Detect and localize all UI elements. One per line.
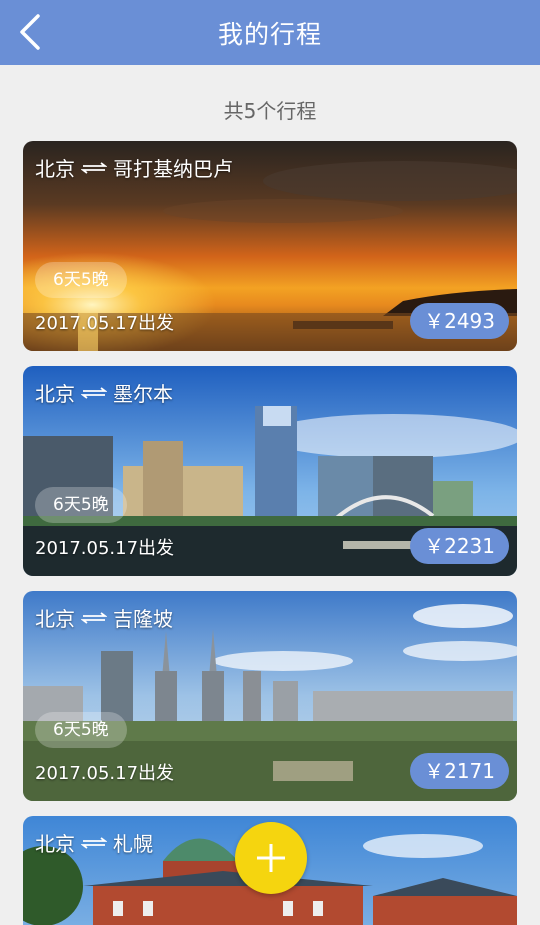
trip-card[interactable]: 北京 吉隆坡 6天5晚 2017.05.17出发 ￥2171	[23, 591, 517, 801]
departure-date: 2017.05.17出发	[35, 313, 175, 334]
route-origin: 北京	[35, 157, 75, 181]
trip-route: 北京 哥打基纳巴卢	[35, 153, 233, 182]
top-nav-bar: 我的行程	[0, 0, 540, 65]
round-trip-arrow-icon	[81, 611, 107, 624]
trip-route: 北京 墨尔本	[35, 378, 173, 407]
chevron-left-icon	[20, 14, 40, 50]
route-destination: 哥打基纳巴卢	[113, 157, 233, 181]
duration-badge: 6天5晚	[35, 262, 127, 298]
duration-badge: 6天5晚	[35, 712, 127, 748]
duration-badge: 6天5晚	[35, 487, 127, 523]
route-destination: 吉隆坡	[113, 607, 173, 631]
departure-date: 2017.05.17出发	[35, 538, 175, 559]
price-badge: ￥2231	[410, 528, 509, 564]
trip-count: 共5个行程	[223, 99, 317, 123]
add-trip-button[interactable]	[235, 822, 307, 894]
route-origin: 北京	[35, 382, 75, 406]
trip-route: 北京 札幌	[35, 828, 153, 857]
trip-route: 北京 吉隆坡	[35, 603, 173, 632]
trip-card[interactable]: 北京 墨尔本 6天5晚 2017.05.17出发 ￥2231	[23, 366, 517, 576]
page-title: 我的行程	[217, 19, 322, 49]
round-trip-arrow-icon	[81, 386, 107, 399]
route-destination: 札幌	[113, 832, 153, 856]
trip-card[interactable]: 北京 哥打基纳巴卢 6天5晚 2017.05.17出发 ￥2493	[23, 141, 517, 351]
plus-icon	[257, 844, 285, 872]
route-origin: 北京	[35, 832, 75, 856]
route-origin: 北京	[35, 607, 75, 631]
round-trip-arrow-icon	[81, 161, 107, 174]
departure-date: 2017.05.17出发	[35, 763, 175, 784]
price-badge: ￥2493	[410, 303, 509, 339]
round-trip-arrow-icon	[81, 836, 107, 849]
price-badge: ￥2171	[410, 753, 509, 789]
route-destination: 墨尔本	[113, 382, 173, 406]
back-button[interactable]	[8, 10, 52, 54]
